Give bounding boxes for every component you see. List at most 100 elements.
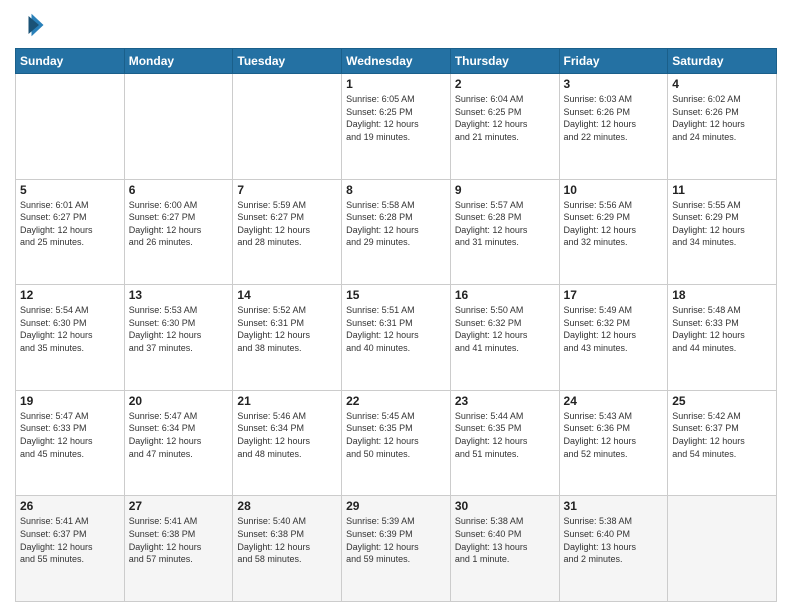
day-info: Sunrise: 5:51 AMSunset: 6:31 PMDaylight:… bbox=[346, 304, 446, 354]
day-number: 30 bbox=[455, 499, 555, 513]
weekday-header-tuesday: Tuesday bbox=[233, 49, 342, 74]
calendar-cell: 7Sunrise: 5:59 AMSunset: 6:27 PMDaylight… bbox=[233, 179, 342, 285]
day-number: 23 bbox=[455, 394, 555, 408]
calendar-cell: 13 Sunrise: 5:53 AMSunset: 6:30 PMDayligh… bbox=[124, 285, 233, 391]
day-number: 1 bbox=[346, 77, 446, 91]
calendar-cell: 22 Sunrise: 5:45 AMSunset: 6:35 PMDayligh… bbox=[342, 390, 451, 496]
day-number: 25 bbox=[672, 394, 772, 408]
day-info: Sunrise: 5:52 AMSunset: 6:31 PMDaylight:… bbox=[237, 304, 337, 354]
weekday-header-row: SundayMondayTuesdayWednesdayThursdayFrid… bbox=[16, 49, 777, 74]
day-number: 8 bbox=[346, 183, 446, 197]
calendar-cell bbox=[16, 74, 125, 180]
calendar-cell: 5Sunrise: 6:01 AMSunset: 6:27 PMDaylight… bbox=[16, 179, 125, 285]
calendar-cell: 2 Sunrise: 6:04 AMSunset: 6:25 PMDaylight… bbox=[450, 74, 559, 180]
calendar-week-4: 19 Sunrise: 5:47 AMSunset: 6:33 PMDayligh… bbox=[16, 390, 777, 496]
day-info: Sunrise: 6:04 AMSunset: 6:25 PMDaylight:… bbox=[455, 93, 555, 143]
day-number: 20 bbox=[129, 394, 229, 408]
header bbox=[15, 10, 777, 40]
day-number: 28 bbox=[237, 499, 337, 513]
calendar-cell bbox=[233, 74, 342, 180]
day-number: 2 bbox=[455, 77, 555, 91]
day-info: Sunrise: 5:41 AMSunset: 6:37 PMDaylight:… bbox=[20, 515, 120, 565]
day-info: Sunrise: 5:48 AMSunset: 6:33 PMDaylight:… bbox=[672, 304, 772, 354]
calendar-cell: 1 Sunrise: 6:05 AMSunset: 6:25 PMDaylight… bbox=[342, 74, 451, 180]
day-number: 3 bbox=[564, 77, 664, 91]
calendar-cell: 16 Sunrise: 5:50 AMSunset: 6:32 PMDayligh… bbox=[450, 285, 559, 391]
day-number: 27 bbox=[129, 499, 229, 513]
calendar-cell bbox=[668, 496, 777, 602]
calendar-week-3: 12Sunrise: 5:54 AMSunset: 6:30 PMDayligh… bbox=[16, 285, 777, 391]
calendar-cell: 8Sunrise: 5:58 AMSunset: 6:28 PMDaylight… bbox=[342, 179, 451, 285]
calendar-week-5: 26 Sunrise: 5:41 AMSunset: 6:37 PMDayligh… bbox=[16, 496, 777, 602]
day-number: 9 bbox=[455, 183, 555, 197]
day-number: 14 bbox=[237, 288, 337, 302]
page: SundayMondayTuesdayWednesdayThursdayFrid… bbox=[0, 0, 792, 612]
day-info: Sunrise: 5:47 AMSunset: 6:33 PMDaylight:… bbox=[20, 410, 120, 460]
day-info: Sunrise: 5:45 AMSunset: 6:35 PMDaylight:… bbox=[346, 410, 446, 460]
weekday-header-friday: Friday bbox=[559, 49, 668, 74]
weekday-header-monday: Monday bbox=[124, 49, 233, 74]
calendar: SundayMondayTuesdayWednesdayThursdayFrid… bbox=[15, 48, 777, 602]
weekday-header-sunday: Sunday bbox=[16, 49, 125, 74]
calendar-cell bbox=[124, 74, 233, 180]
day-info: Sunrise: 5:38 AMSunset: 6:40 PMDaylight:… bbox=[564, 515, 664, 565]
day-info: Sunrise: 5:40 AMSunset: 6:38 PMDaylight:… bbox=[237, 515, 337, 565]
day-number: 22 bbox=[346, 394, 446, 408]
calendar-cell: 14 Sunrise: 5:52 AMSunset: 6:31 PMDayligh… bbox=[233, 285, 342, 391]
weekday-header-saturday: Saturday bbox=[668, 49, 777, 74]
day-number: 10 bbox=[564, 183, 664, 197]
calendar-cell: 25Sunrise: 5:42 AMSunset: 6:37 PMDayligh… bbox=[668, 390, 777, 496]
weekday-header-thursday: Thursday bbox=[450, 49, 559, 74]
day-info: Sunrise: 5:57 AMSunset: 6:28 PMDaylight:… bbox=[455, 199, 555, 249]
day-number: 26 bbox=[20, 499, 120, 513]
calendar-cell: 15 Sunrise: 5:51 AMSunset: 6:31 PMDayligh… bbox=[342, 285, 451, 391]
day-info: Sunrise: 5:56 AMSunset: 6:29 PMDaylight:… bbox=[564, 199, 664, 249]
calendar-cell: 17 Sunrise: 5:49 AMSunset: 6:32 PMDayligh… bbox=[559, 285, 668, 391]
day-info: Sunrise: 5:53 AMSunset: 6:30 PMDaylight:… bbox=[129, 304, 229, 354]
day-info: Sunrise: 5:41 AMSunset: 6:38 PMDaylight:… bbox=[129, 515, 229, 565]
day-info: Sunrise: 6:05 AMSunset: 6:25 PMDaylight:… bbox=[346, 93, 446, 143]
day-info: Sunrise: 5:39 AMSunset: 6:39 PMDaylight:… bbox=[346, 515, 446, 565]
logo-icon bbox=[15, 10, 45, 40]
calendar-cell: 30Sunrise: 5:38 AMSunset: 6:40 PMDayligh… bbox=[450, 496, 559, 602]
calendar-cell: 21Sunrise: 5:46 AMSunset: 6:34 PMDayligh… bbox=[233, 390, 342, 496]
weekday-header-wednesday: Wednesday bbox=[342, 49, 451, 74]
calendar-cell: 11 Sunrise: 5:55 AMSunset: 6:29 PMDayligh… bbox=[668, 179, 777, 285]
day-info: Sunrise: 5:50 AMSunset: 6:32 PMDaylight:… bbox=[455, 304, 555, 354]
calendar-cell: 29 Sunrise: 5:39 AMSunset: 6:39 PMDayligh… bbox=[342, 496, 451, 602]
day-info: Sunrise: 6:00 AMSunset: 6:27 PMDaylight:… bbox=[129, 199, 229, 249]
day-number: 13 bbox=[129, 288, 229, 302]
day-info: Sunrise: 5:49 AMSunset: 6:32 PMDaylight:… bbox=[564, 304, 664, 354]
calendar-cell: 23 Sunrise: 5:44 AMSunset: 6:35 PMDayligh… bbox=[450, 390, 559, 496]
day-number: 18 bbox=[672, 288, 772, 302]
day-number: 31 bbox=[564, 499, 664, 513]
calendar-cell: 4Sunrise: 6:02 AMSunset: 6:26 PMDaylight… bbox=[668, 74, 777, 180]
day-info: Sunrise: 6:03 AMSunset: 6:26 PMDaylight:… bbox=[564, 93, 664, 143]
day-number: 17 bbox=[564, 288, 664, 302]
day-number: 15 bbox=[346, 288, 446, 302]
day-number: 11 bbox=[672, 183, 772, 197]
day-info: Sunrise: 5:44 AMSunset: 6:35 PMDaylight:… bbox=[455, 410, 555, 460]
day-info: Sunrise: 5:55 AMSunset: 6:29 PMDaylight:… bbox=[672, 199, 772, 249]
day-info: Sunrise: 5:46 AMSunset: 6:34 PMDaylight:… bbox=[237, 410, 337, 460]
day-number: 24 bbox=[564, 394, 664, 408]
day-number: 29 bbox=[346, 499, 446, 513]
calendar-cell: 28 Sunrise: 5:40 AMSunset: 6:38 PMDayligh… bbox=[233, 496, 342, 602]
calendar-week-1: 1 Sunrise: 6:05 AMSunset: 6:25 PMDaylight… bbox=[16, 74, 777, 180]
calendar-cell: 18 Sunrise: 5:48 AMSunset: 6:33 PMDayligh… bbox=[668, 285, 777, 391]
day-number: 16 bbox=[455, 288, 555, 302]
calendar-cell: 12Sunrise: 5:54 AMSunset: 6:30 PMDayligh… bbox=[16, 285, 125, 391]
day-info: Sunrise: 5:47 AMSunset: 6:34 PMDaylight:… bbox=[129, 410, 229, 460]
calendar-week-2: 5Sunrise: 6:01 AMSunset: 6:27 PMDaylight… bbox=[16, 179, 777, 285]
day-number: 4 bbox=[672, 77, 772, 91]
day-info: Sunrise: 5:43 AMSunset: 6:36 PMDaylight:… bbox=[564, 410, 664, 460]
calendar-cell: 10 Sunrise: 5:56 AMSunset: 6:29 PMDayligh… bbox=[559, 179, 668, 285]
day-number: 19 bbox=[20, 394, 120, 408]
calendar-cell: 19 Sunrise: 5:47 AMSunset: 6:33 PMDayligh… bbox=[16, 390, 125, 496]
calendar-cell: 20 Sunrise: 5:47 AMSunset: 6:34 PMDayligh… bbox=[124, 390, 233, 496]
day-number: 12 bbox=[20, 288, 120, 302]
day-info: Sunrise: 6:01 AMSunset: 6:27 PMDaylight:… bbox=[20, 199, 120, 249]
day-number: 6 bbox=[129, 183, 229, 197]
day-info: Sunrise: 5:59 AMSunset: 6:27 PMDaylight:… bbox=[237, 199, 337, 249]
calendar-cell: 27 Sunrise: 5:41 AMSunset: 6:38 PMDayligh… bbox=[124, 496, 233, 602]
